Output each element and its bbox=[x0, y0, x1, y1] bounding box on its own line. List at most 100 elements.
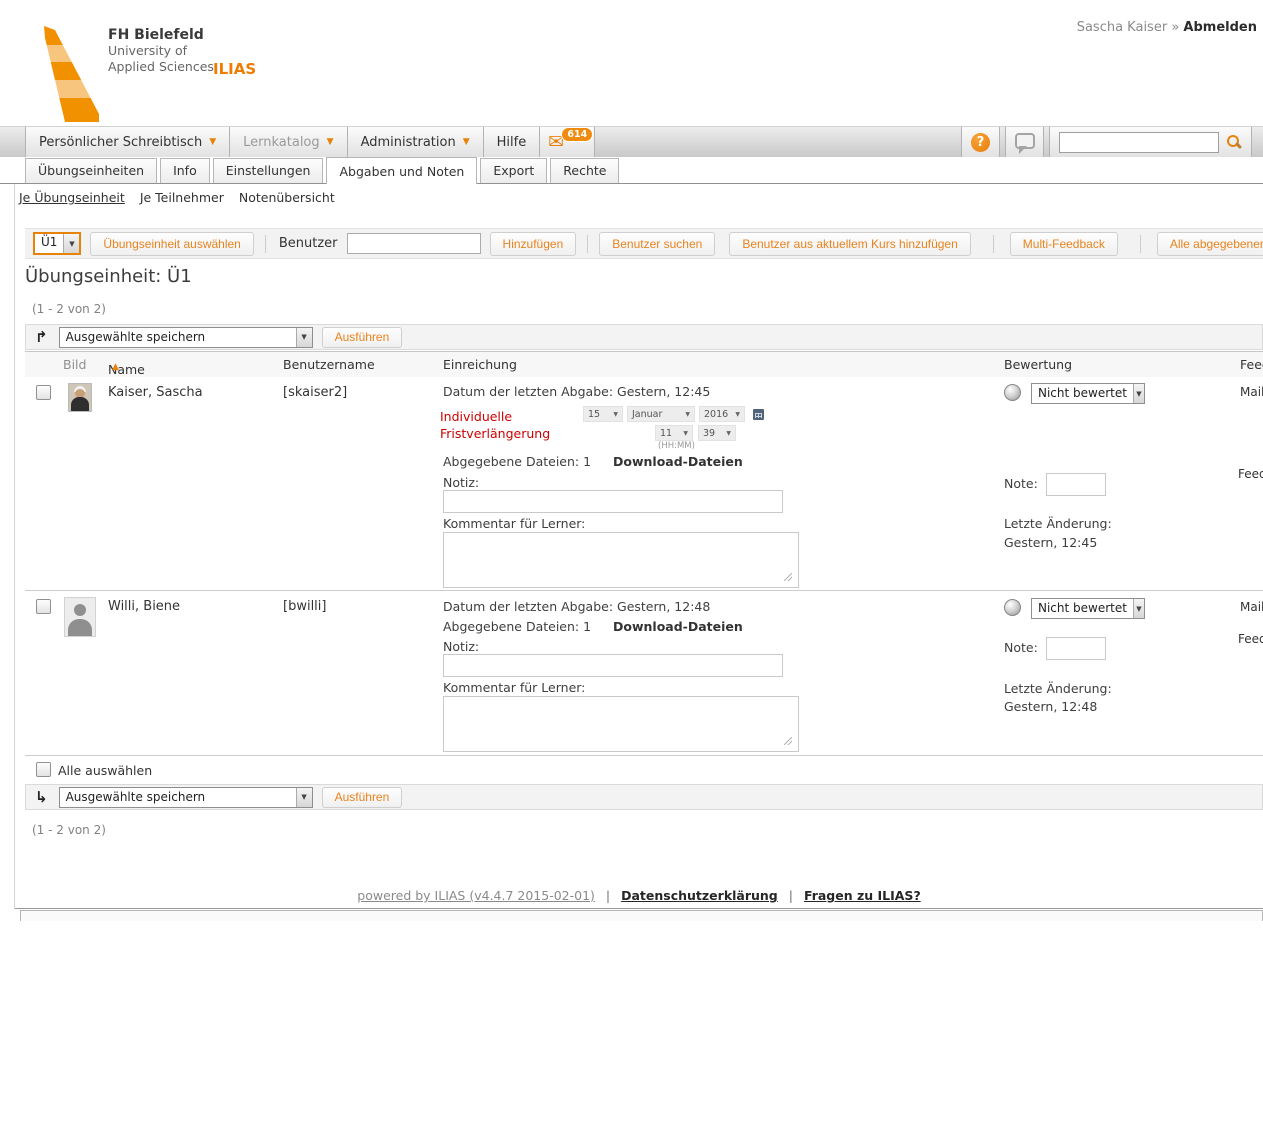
chevron-down-icon: ▼ bbox=[683, 430, 688, 437]
year-select[interactable]: 2016 ▼ bbox=[699, 406, 745, 422]
mail-link[interactable]: Mail bbox=[1240, 385, 1263, 399]
privacy-link[interactable]: Datenschutzerklärung bbox=[621, 888, 778, 903]
mail-link[interactable]: Mail bbox=[1240, 600, 1263, 614]
main-navigation-bar: Persönlicher Schreibtisch ▼ Lernkatalog … bbox=[0, 126, 1263, 158]
note-label: Notiz: bbox=[443, 639, 479, 654]
time-format-hint: (HH:MM) bbox=[658, 441, 695, 451]
fh-bielefeld-logo bbox=[36, 26, 112, 122]
execute-button-top[interactable]: Ausführen bbox=[322, 327, 403, 348]
download-files-link[interactable]: Download-Dateien bbox=[613, 454, 743, 469]
search-users-button[interactable]: Benutzer suchen bbox=[599, 232, 715, 256]
unit-select-value: Ü1 bbox=[35, 234, 63, 253]
chat-button[interactable] bbox=[1005, 127, 1044, 157]
subtab-notenuebersicht[interactable]: Notenübersicht bbox=[239, 190, 335, 205]
download-all-button[interactable]: Alle abgegebenen bbox=[1157, 232, 1263, 256]
participant-name: Kaiser, Sascha bbox=[108, 385, 203, 400]
extension-time-controls: 11 ▼ 39 ▼ bbox=[655, 425, 736, 441]
feedback-link[interactable]: Feedback bbox=[1238, 467, 1263, 481]
bulk-action-value: Ausgewählte speichern bbox=[60, 328, 212, 347]
download-files-link[interactable]: Download-Dateien bbox=[613, 619, 743, 634]
status-sphere-icon bbox=[1004, 599, 1021, 616]
bulk-action-bar-bottom: ↳ Ausgewählte speichern ▼ Ausführen bbox=[25, 784, 1263, 810]
permalink-panel-clipped bbox=[20, 910, 1263, 921]
tab-einstellungen[interactable]: Einstellungen bbox=[213, 158, 324, 183]
tab-rechte[interactable]: Rechte bbox=[550, 158, 619, 183]
nav-utilities: ? bbox=[956, 127, 1252, 157]
choose-unit-button[interactable]: Übungseinheit auswählen bbox=[90, 232, 253, 256]
multi-feedback-button[interactable]: Multi-Feedback bbox=[1010, 232, 1118, 256]
avatar bbox=[64, 597, 96, 637]
files-label: Abgegebene Dateien: bbox=[443, 619, 579, 634]
powered-by-link[interactable]: powered by ILIAS (v4.4.7 2015-02-01) bbox=[357, 888, 595, 903]
execute-button-bottom[interactable]: Ausführen bbox=[322, 787, 403, 808]
bulk-action-select-bottom[interactable]: Ausgewählte speichern ▼ bbox=[59, 787, 313, 808]
help-icon: ? bbox=[971, 133, 990, 152]
calendar-icon[interactable] bbox=[753, 409, 764, 420]
subtab-je-teilnehmer[interactable]: Je Teilnehmer bbox=[140, 190, 224, 205]
nav-item-administration[interactable]: Administration ▼ bbox=[348, 127, 484, 157]
note-input[interactable] bbox=[443, 654, 783, 677]
bulk-action-select-top[interactable]: Ausgewählte speichern ▼ bbox=[59, 327, 313, 348]
search-area bbox=[1049, 127, 1252, 157]
deadline-extension-label-2: Fristverlängerung bbox=[440, 426, 550, 441]
evaluation-status-select[interactable]: Nicht bewertet ▼ bbox=[1031, 598, 1145, 619]
unit-select[interactable]: Ü1 ▼ bbox=[33, 232, 81, 255]
nav-item-lernkatalog[interactable]: Lernkatalog ▼ bbox=[230, 127, 347, 157]
mail-button[interactable]: ✉ 614 bbox=[540, 127, 595, 157]
search-input[interactable] bbox=[1059, 132, 1219, 153]
extension-date-controls: 15 ▼ Januar ▼ 2016 ▼ bbox=[583, 406, 764, 422]
tab-export[interactable]: Export bbox=[480, 158, 547, 183]
last-submission-line: Datum der letzten Abgabe: Gestern, 12:45 bbox=[443, 384, 710, 399]
day-value: 15 bbox=[588, 409, 600, 420]
tab-uebungseinheiten[interactable]: Übungseinheiten bbox=[25, 158, 157, 183]
logo-subtitle-1: University of bbox=[108, 43, 214, 59]
last-submission-value: Gestern, 12:48 bbox=[617, 599, 710, 614]
minute-value: 39 bbox=[703, 428, 715, 439]
user-separator: » bbox=[1171, 20, 1179, 35]
user-name: Sascha Kaiser bbox=[1077, 20, 1167, 35]
ilias-questions-link[interactable]: Fragen zu ILIAS? bbox=[804, 888, 921, 903]
nav-items: Persönlicher Schreibtisch ▼ Lernkatalog … bbox=[25, 127, 595, 157]
column-bewertung: Bewertung bbox=[1004, 357, 1072, 372]
evaluation-status-select[interactable]: Nicht bewertet ▼ bbox=[1031, 383, 1145, 404]
toolbar-separator bbox=[1140, 235, 1141, 253]
add-from-course-button[interactable]: Benutzer aus aktuellem Kurs hinzufügen bbox=[729, 232, 970, 256]
comment-textarea[interactable] bbox=[443, 696, 799, 752]
row-checkbox[interactable] bbox=[36, 385, 51, 400]
subtab-je-uebungseinheit[interactable]: Je Übungseinheit bbox=[19, 190, 125, 205]
row-checkbox[interactable] bbox=[36, 599, 51, 614]
logout-link[interactable]: Abmelden bbox=[1183, 20, 1257, 35]
select-all-checkbox[interactable] bbox=[36, 762, 51, 777]
files-count: 1 bbox=[583, 619, 591, 634]
nav-item-personal-desktop[interactable]: Persönlicher Schreibtisch ▼ bbox=[25, 127, 230, 157]
day-select[interactable]: 15 ▼ bbox=[583, 406, 623, 422]
minute-select[interactable]: 39 ▼ bbox=[698, 425, 736, 441]
last-change-label: Letzte Änderung: bbox=[1004, 516, 1112, 531]
table-row: Kaiser, Sascha [skaiser2] Datum der letz… bbox=[25, 377, 1263, 591]
comment-textarea[interactable] bbox=[443, 532, 799, 588]
month-select[interactable]: Januar ▼ bbox=[627, 406, 695, 422]
user-session-line: Sascha Kaiser » Abmelden bbox=[1077, 20, 1257, 35]
select-all-label: Alle auswählen bbox=[58, 763, 152, 778]
search-icon[interactable] bbox=[1226, 134, 1242, 150]
feedback-link[interactable]: Feedback bbox=[1238, 632, 1263, 646]
nav-item-hilfe[interactable]: Hilfe bbox=[484, 127, 541, 157]
chevron-down-icon: ▼ bbox=[327, 137, 334, 147]
chevron-down-icon: ▼ bbox=[63, 234, 79, 253]
footer: powered by ILIAS (v4.4.7 2015-02-01) | D… bbox=[15, 885, 1263, 909]
status-sphere-icon bbox=[1004, 384, 1021, 401]
tab-abgaben-und-noten[interactable]: Abgaben und Noten bbox=[326, 157, 477, 184]
last-change-value: Gestern, 12:45 bbox=[1004, 535, 1097, 550]
grade-input[interactable] bbox=[1046, 473, 1106, 496]
participant-username: [skaiser2] bbox=[283, 385, 347, 400]
add-user-button[interactable]: Hinzufügen bbox=[490, 232, 577, 256]
user-name-input[interactable] bbox=[347, 233, 481, 254]
note-input[interactable] bbox=[443, 490, 783, 513]
avatar bbox=[68, 383, 92, 412]
resize-handle-icon[interactable] bbox=[784, 573, 792, 581]
grade-input[interactable] bbox=[1046, 637, 1106, 660]
resize-handle-icon[interactable] bbox=[784, 737, 792, 745]
tab-info[interactable]: Info bbox=[160, 158, 210, 183]
help-button[interactable]: ? bbox=[961, 127, 1000, 157]
hour-select[interactable]: 11 ▼ bbox=[655, 425, 693, 441]
